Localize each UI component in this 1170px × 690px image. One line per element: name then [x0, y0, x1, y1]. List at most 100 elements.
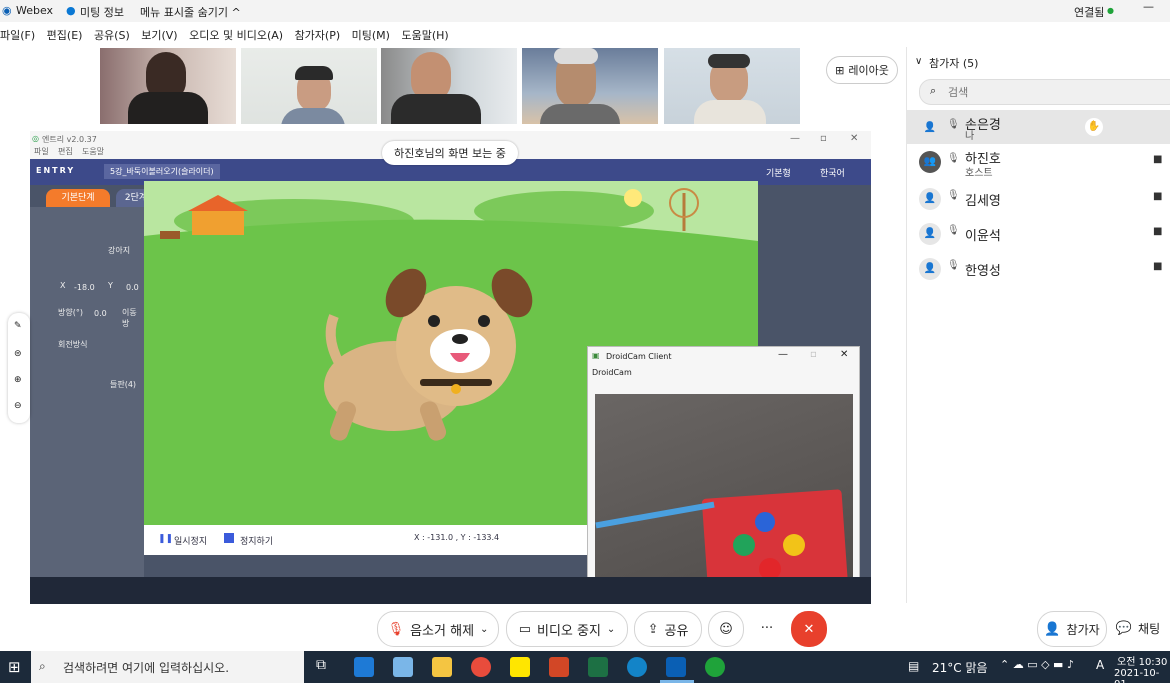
- video-thumbnail[interactable]: [241, 48, 377, 124]
- search-input[interactable]: [946, 83, 1150, 101]
- menu-view[interactable]: 보기(V): [141, 29, 177, 42]
- tab-basic[interactable]: 기본단계: [46, 189, 110, 207]
- file-explorer-icon[interactable]: [432, 657, 452, 677]
- language-select[interactable]: 한국어: [820, 166, 845, 179]
- system-tray-icons[interactable]: ⌃ ☁ ▭ ◇ ▬ ♪: [1000, 658, 1074, 671]
- task-view-icon[interactable]: ⧉: [316, 657, 326, 673]
- avatar-icon: 👤: [919, 223, 941, 245]
- collapse-chevron-icon[interactable]: ∨: [915, 56, 922, 67]
- menu-participants[interactable]: 참가자(P): [295, 29, 341, 42]
- entry-maximize-button[interactable]: ▫: [820, 133, 827, 144]
- info-icon: ●: [66, 4, 76, 17]
- x-label: X: [60, 281, 66, 290]
- menu-file[interactable]: 파일(F): [0, 29, 35, 42]
- menu-share[interactable]: 공유(S): [94, 29, 130, 42]
- video-thumbnail[interactable]: [381, 48, 517, 124]
- droidcam-maximize-button[interactable]: ▫: [810, 349, 817, 360]
- participant-search[interactable]: ⌕: [919, 79, 1170, 105]
- close-icon: ✕: [803, 621, 815, 637]
- chat-button[interactable]: 💬 채팅: [1110, 611, 1166, 645]
- windows-start-icon[interactable]: ⊞: [8, 658, 21, 676]
- chrome-icon[interactable]: [471, 657, 491, 677]
- stop-button[interactable]: 정지하기: [240, 534, 273, 547]
- leave-meeting-button[interactable]: ✕: [791, 611, 827, 647]
- taskbar-search-placeholder: 검색하려면 여기에 입력하십시오.: [63, 661, 230, 675]
- muted-mic-icon: 🎙: [947, 119, 960, 130]
- muted-mic-icon: 🎙: [947, 260, 960, 271]
- menu-audio-video[interactable]: 오디오 및 비디오(A): [189, 29, 283, 42]
- stop-video-button[interactable]: ▭ 비디오 중지 ⌄: [506, 611, 628, 647]
- direction-value[interactable]: 0.0: [94, 309, 107, 318]
- menu-bar: 파일(F) 편집(E) 공유(S) 보기(V) 오디오 및 비디오(A) 참가자…: [0, 27, 457, 43]
- ime-indicator[interactable]: A: [1096, 658, 1104, 672]
- edge-legacy-icon[interactable]: [354, 657, 374, 677]
- video-thumbnail[interactable]: [664, 48, 800, 124]
- share-button[interactable]: ⇪ 공유: [634, 611, 702, 647]
- reactions-button[interactable]: ☺: [708, 611, 744, 647]
- participant-row[interactable]: 👤 🎙 이윤석 ■: [907, 216, 1170, 250]
- y-value[interactable]: 0.0: [126, 283, 139, 292]
- menu-edit[interactable]: 편집(E): [47, 29, 83, 42]
- entry-menu-edit[interactable]: 편집: [58, 146, 73, 157]
- shared-taskbar: [30, 577, 871, 604]
- pause-button[interactable]: 일시정지: [174, 534, 207, 547]
- droidcam-window[interactable]: ▣ DroidCam Client — ▫ ✕ DroidCam: [587, 346, 860, 604]
- app-icon[interactable]: [393, 657, 413, 677]
- raise-hand-icon[interactable]: ✋: [1085, 118, 1103, 136]
- app-title: Webex: [16, 4, 54, 17]
- droidcam-logo-icon: ▣: [592, 351, 600, 360]
- shared-screen[interactable]: ◎ 엔트리 v2.0.37 파일 편집 도움말 — ▫ ✕ ENTRY 5강_바…: [30, 131, 871, 604]
- muted-mic-icon: 🎙: [947, 153, 960, 164]
- unmute-button[interactable]: 🎙 음소거 해제 ⌄: [377, 611, 499, 647]
- participant-row[interactable]: 👤 🎙 김세영 ■: [907, 181, 1170, 215]
- participant-row[interactable]: 👤 🎙 한영성 ■: [907, 251, 1170, 285]
- minimize-button[interactable]: —: [1143, 0, 1154, 13]
- participant-role: 나: [965, 131, 975, 142]
- droidcam-menu[interactable]: DroidCam: [592, 368, 632, 377]
- edge-icon[interactable]: [627, 657, 647, 677]
- droidcam-close-button[interactable]: ✕: [840, 349, 848, 360]
- zoom-in-icon[interactable]: ⊕: [14, 375, 22, 385]
- mode-select[interactable]: 기본형: [766, 166, 791, 179]
- kakaotalk-icon[interactable]: [510, 657, 530, 677]
- menu-meeting[interactable]: 미팅(M): [352, 29, 390, 42]
- entry-close-button[interactable]: ✕: [850, 133, 858, 144]
- clock-time[interactable]: 오전 10:30: [1117, 653, 1167, 668]
- entry-menu-file[interactable]: 파일: [34, 146, 49, 157]
- title-bar: ◉ Webex ● 미팅 정보 메뉴 표시줄 숨기기 ^ 연결됨 ● —: [0, 0, 1170, 22]
- entry-minimize-button[interactable]: —: [790, 133, 800, 144]
- chat-app-icon[interactable]: [705, 657, 725, 677]
- excel-icon[interactable]: [588, 657, 608, 677]
- stamp-icon[interactable]: ⊜: [14, 349, 22, 359]
- participant-row[interactable]: 👤 🎙 손은경 나 ✋: [907, 110, 1170, 144]
- chat-icon: 💬: [1115, 620, 1133, 636]
- droidcam-minimize-button[interactable]: —: [778, 349, 788, 360]
- participants-toggle-button[interactable]: 👤 참가자: [1037, 611, 1107, 647]
- participants-header: 참가자 (5): [929, 57, 979, 70]
- powerpoint-icon[interactable]: [549, 657, 569, 677]
- taskbar-search[interactable]: ⌕ 검색하려면 여기에 입력하십시오.: [31, 651, 304, 683]
- zoom-out-icon[interactable]: ⊖: [14, 401, 22, 411]
- entry-menu-help[interactable]: 도움말: [82, 146, 104, 157]
- meeting-info-button[interactable]: 미팅 정보: [80, 4, 124, 20]
- object-name: 강아지: [108, 246, 131, 255]
- connected-dot-icon: ●: [1107, 6, 1114, 15]
- participant-row[interactable]: 👥 🎙 하진호 호스트 ■: [907, 144, 1170, 179]
- clock-date[interactable]: 2021-10-01: [1114, 668, 1170, 690]
- more-options-button[interactable]: ···: [750, 611, 784, 645]
- webex-taskbar-icon[interactable]: [666, 657, 686, 677]
- pause-icon: ❚❚: [158, 534, 174, 544]
- video-thumbnail[interactable]: [522, 48, 658, 124]
- annotate-icon[interactable]: ✎: [14, 321, 22, 331]
- hide-menu-button[interactable]: 메뉴 표시줄 숨기기 ^: [140, 4, 241, 20]
- video-thumbnail[interactable]: [100, 48, 236, 124]
- menu-help[interactable]: 도움말(H): [401, 29, 448, 42]
- participant-name: 한영성: [965, 264, 1001, 279]
- project-name[interactable]: 5강_바둑이볼러오기(슬라이더): [104, 164, 220, 179]
- x-value[interactable]: -18.0: [74, 283, 95, 292]
- chevron-down-icon[interactable]: ⌄: [607, 624, 615, 635]
- weather-text[interactable]: 21°C 맑음: [932, 659, 988, 676]
- chevron-down-icon[interactable]: ⌄: [480, 624, 488, 635]
- chat-label: 채팅: [1138, 621, 1161, 636]
- layout-button[interactable]: ⊞ 레이아웃: [826, 56, 898, 84]
